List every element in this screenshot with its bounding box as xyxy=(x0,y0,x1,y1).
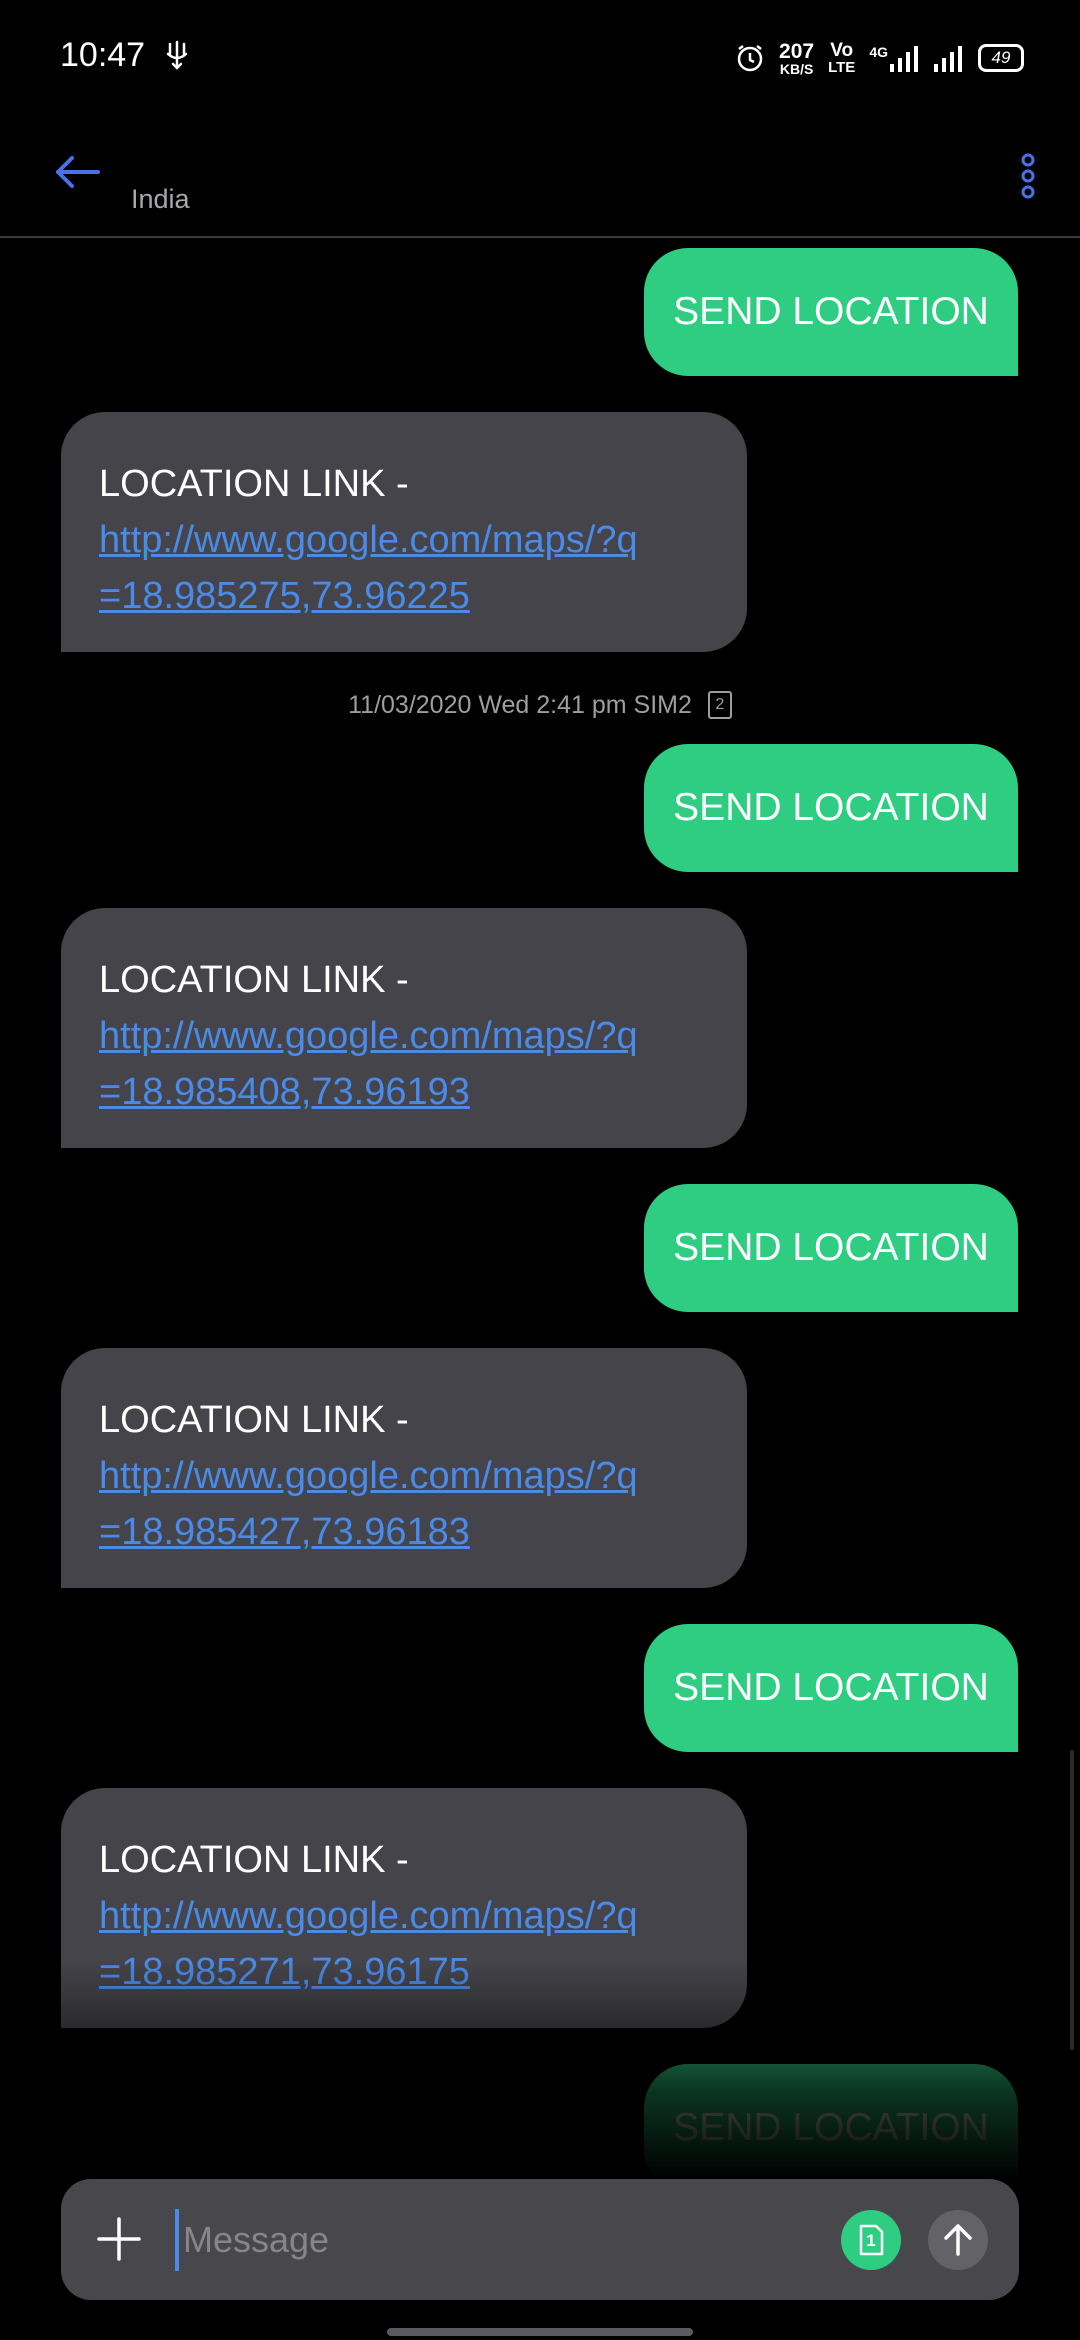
sim-card-icon: 2 xyxy=(707,691,732,720)
outgoing-message[interactable]: SEND LOCATION xyxy=(644,248,1018,376)
arrow-up-icon xyxy=(944,2224,972,2256)
link-line-2[interactable]: =18.985408,73.96193 xyxy=(99,1071,470,1113)
incoming-message[interactable]: LOCATION LINK - http://www.google.com/ma… xyxy=(61,908,747,1148)
scrollbar[interactable] xyxy=(1070,1750,1074,2050)
network-type: 4G xyxy=(869,44,888,60)
battery-indicator: 49 xyxy=(978,44,1024,72)
status-bar: 10:47 207 KB/S Vo LTE 4G 49 xyxy=(0,0,1080,120)
outgoing-message[interactable]: SEND LOCATION xyxy=(644,1184,1018,1312)
network-speed-unit: KB/S xyxy=(779,60,814,77)
sim-number: 1 xyxy=(866,2231,876,2250)
outgoing-message[interactable]: SEND LOCATION xyxy=(644,1624,1018,1752)
volte-bottom: LTE xyxy=(828,59,856,76)
link-line-1[interactable]: http://www.google.com/maps/?q xyxy=(99,519,638,561)
signal-sim1: 4G xyxy=(869,44,920,72)
status-icons: 207 KB/S Vo LTE 4G 49 xyxy=(735,36,1024,80)
message-label: LOCATION LINK - xyxy=(99,463,409,505)
location-link[interactable]: http://www.google.com/maps/?q =18.985271… xyxy=(99,1888,709,2000)
home-indicator[interactable] xyxy=(387,2328,693,2336)
add-attachment-icon[interactable] xyxy=(97,2217,141,2261)
sim-select-button[interactable]: 1 xyxy=(841,2210,901,2270)
contact-subtitle: India xyxy=(131,184,190,214)
contact-name-redacted[interactable] xyxy=(130,138,430,178)
back-arrow-icon[interactable] xyxy=(52,146,104,198)
incoming-message[interactable]: LOCATION LINK - http://www.google.com/ma… xyxy=(61,1348,747,1588)
location-link[interactable]: http://www.google.com/maps/?q =18.985427… xyxy=(99,1448,709,1560)
outgoing-message[interactable]: SEND LOCATION xyxy=(644,2064,1018,2176)
message-list[interactable]: SEND LOCATION LOCATION LINK - http://www… xyxy=(0,238,1080,2176)
volte-indicator: Vo LTE xyxy=(828,41,855,75)
message-label: LOCATION LINK - xyxy=(99,1839,409,1881)
message-input[interactable] xyxy=(175,2209,785,2271)
volte-top: Vo xyxy=(830,40,854,61)
link-line-1[interactable]: http://www.google.com/maps/?q xyxy=(99,1015,638,1057)
link-line-1[interactable]: http://www.google.com/maps/?q xyxy=(99,1895,638,1937)
link-line-2[interactable]: =18.985427,73.96183 xyxy=(99,1511,470,1553)
status-time: 10:47 xyxy=(60,36,146,74)
network-speed: 207 KB/S xyxy=(779,41,814,76)
signal-bars-icon xyxy=(890,46,918,72)
location-link[interactable]: http://www.google.com/maps/?q =18.985275… xyxy=(99,512,709,624)
message-label: LOCATION LINK - xyxy=(99,1399,409,1441)
signal-bars-icon xyxy=(934,46,962,72)
incoming-message[interactable]: LOCATION LINK - http://www.google.com/ma… xyxy=(61,1788,747,2028)
timestamp-text: 11/03/2020 Wed 2:41 pm SIM2 xyxy=(348,690,692,719)
send-button[interactable] xyxy=(928,2210,988,2270)
outgoing-message[interactable]: SEND LOCATION xyxy=(644,744,1018,872)
alarm-icon xyxy=(737,45,763,72)
link-line-1[interactable]: http://www.google.com/maps/?q xyxy=(99,1455,638,1497)
message-composer: 1 xyxy=(61,2179,1019,2300)
incoming-message[interactable]: LOCATION LINK - http://www.google.com/ma… xyxy=(61,412,747,652)
network-speed-value: 207 xyxy=(779,39,815,63)
conversation-header: India xyxy=(0,120,1080,238)
location-link[interactable]: http://www.google.com/maps/?q =18.985408… xyxy=(99,1008,709,1120)
more-options-icon[interactable] xyxy=(1016,150,1040,202)
link-line-2[interactable]: =18.985275,73.96225 xyxy=(99,575,470,617)
message-timestamp: 11/03/2020 Wed 2:41 pm SIM2 2 xyxy=(0,690,1080,720)
message-label: LOCATION LINK - xyxy=(99,959,409,1001)
link-line-2[interactable]: =18.985271,73.96175 xyxy=(99,1951,470,1993)
usb-debug-icon xyxy=(166,40,188,70)
